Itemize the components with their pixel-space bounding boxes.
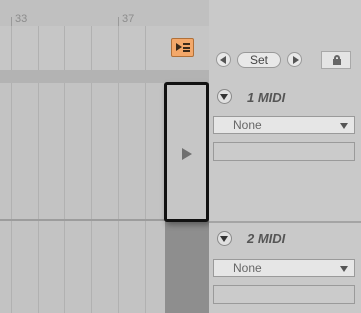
dropdown-value: None <box>233 118 262 132</box>
midi-input-dropdown[interactable]: None <box>213 259 355 277</box>
arrangement-toggle-icon <box>176 43 182 51</box>
track-header-panel: Set 1 MIDI None 2 MIDI None <box>209 0 361 313</box>
midi-input-dropdown[interactable]: None <box>213 116 355 134</box>
ruler-mark-37: 37 <box>122 13 135 25</box>
chevron-down-icon <box>220 94 228 100</box>
arrangement-toggle-button[interactable] <box>171 38 194 57</box>
track-name[interactable]: 2 MIDI <box>247 231 285 246</box>
beat-time-ruler[interactable]: 33 37 <box>0 0 209 26</box>
arrow-left-icon <box>220 56 226 64</box>
previous-locator-button[interactable] <box>216 52 231 67</box>
next-locator-button[interactable] <box>287 52 302 67</box>
arrow-right-icon <box>293 56 299 64</box>
track-name[interactable]: 1 MIDI <box>247 90 285 105</box>
ruler-tick <box>118 17 119 26</box>
set-locator-button[interactable]: Set <box>237 52 281 68</box>
track-header-2[interactable]: 2 MIDI None <box>209 221 361 313</box>
dropdown-value: None <box>233 261 262 275</box>
ruler-tick <box>11 17 12 26</box>
expand-clip-handle[interactable] <box>164 82 209 222</box>
track-header-1[interactable]: 1 MIDI None <box>209 83 361 221</box>
input-channel-field[interactable] <box>213 142 355 161</box>
lock-button[interactable] <box>321 51 351 69</box>
track-fold-button[interactable] <box>217 89 232 104</box>
ruler-mark-33: 33 <box>15 13 28 25</box>
play-triangle-icon <box>182 148 192 160</box>
track-fold-button[interactable] <box>217 231 232 246</box>
panel-toolbar: Set <box>209 0 361 83</box>
input-channel-field[interactable] <box>213 285 355 304</box>
dropdown-arrow-icon <box>340 123 348 129</box>
chevron-down-icon <box>220 236 228 242</box>
dropdown-arrow-icon <box>340 266 348 272</box>
